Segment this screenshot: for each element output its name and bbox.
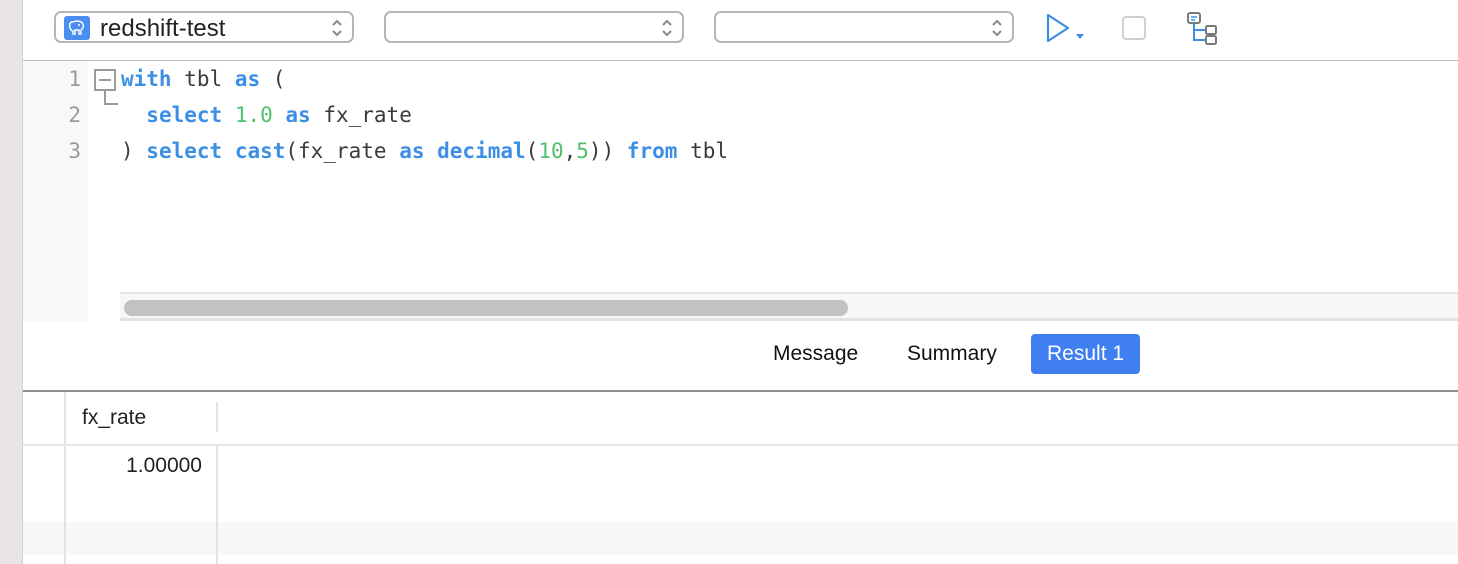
line-number: 3 xyxy=(68,139,81,163)
result-grid: fx_rate 1.00000 xyxy=(23,392,1458,564)
sidebar-edge xyxy=(0,0,23,564)
sql-number: 5 xyxy=(576,139,589,163)
column-resize-handle[interactable] xyxy=(216,402,218,432)
line-number: 1 xyxy=(68,67,81,91)
sql-text: ( xyxy=(525,139,539,163)
explain-tree-icon xyxy=(1187,12,1217,45)
sql-text: (fx_rate xyxy=(285,139,400,163)
connection-label: redshift-test xyxy=(100,15,226,42)
sql-keyword: from xyxy=(626,139,678,163)
sql-text: tbl xyxy=(171,67,235,91)
tab-message[interactable]: Message xyxy=(757,334,874,374)
column-divider xyxy=(216,446,218,564)
sql-keyword: with xyxy=(121,67,172,91)
sql-text: ) xyxy=(121,139,147,163)
postgres-elephant-icon xyxy=(64,16,90,40)
sql-text: )) xyxy=(588,139,627,163)
sql-text: , xyxy=(563,139,577,163)
fold-guide xyxy=(104,91,118,105)
scrollbar-thumb[interactable] xyxy=(124,300,848,316)
code-line: select 1.0 as fx_rate xyxy=(121,103,412,127)
result-tabs: Message Summary Result 1 xyxy=(23,322,1458,390)
table-cell[interactable]: 1.00000 xyxy=(66,454,202,478)
toolbar: redshift-test xyxy=(23,0,1458,60)
database-select[interactable] xyxy=(384,11,684,43)
sql-text: ( xyxy=(260,67,286,91)
sql-text: fx_rate xyxy=(310,103,412,127)
horizontal-scrollbar[interactable] xyxy=(120,292,1458,321)
play-icon xyxy=(1046,13,1084,43)
updown-chevron-icon xyxy=(992,19,1002,37)
run-button[interactable] xyxy=(1043,12,1093,46)
column-header-fx-rate[interactable]: fx_rate xyxy=(82,406,146,430)
sql-keyword: as xyxy=(234,67,261,91)
sql-keyword: decimal xyxy=(437,139,526,163)
fold-collapse-icon[interactable] xyxy=(94,69,116,91)
sql-number: 1.0 xyxy=(234,103,273,127)
updown-chevron-icon xyxy=(662,19,672,37)
tab-result-1[interactable]: Result 1 xyxy=(1031,334,1141,374)
sql-keyword: select xyxy=(146,103,223,127)
table-row-empty xyxy=(23,522,1458,555)
sql-keyword: cast xyxy=(234,139,286,163)
code-line: with tbl as ( xyxy=(121,67,285,91)
sql-keyword: as xyxy=(285,103,311,127)
tab-summary[interactable]: Summary xyxy=(891,334,1013,374)
sql-editor[interactable]: 1 2 3 with tbl as ( select 1.0 as fx_rat… xyxy=(23,61,1458,321)
line-gutter: 1 2 3 xyxy=(23,61,88,321)
schema-select[interactable] xyxy=(714,11,1014,43)
sql-number: 10 xyxy=(538,139,564,163)
updown-chevron-icon xyxy=(332,19,342,37)
table-header: fx_rate xyxy=(23,392,1458,446)
explain-button[interactable] xyxy=(1186,11,1222,45)
sql-keyword: as xyxy=(399,139,425,163)
stop-button[interactable] xyxy=(1122,16,1146,40)
code-line: ) select cast(fx_rate as decimal(10,5)) … xyxy=(121,139,728,163)
connection-select[interactable]: redshift-test xyxy=(54,11,354,43)
line-number: 2 xyxy=(68,103,81,127)
sql-text: tbl xyxy=(677,139,729,163)
sql-keyword: select xyxy=(146,139,223,163)
